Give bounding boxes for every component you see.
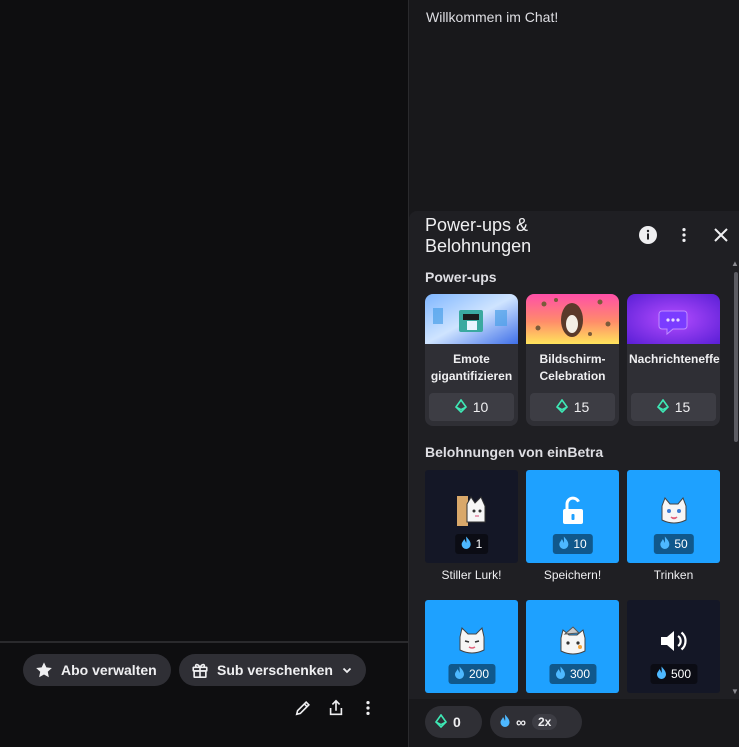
divider: [0, 641, 408, 643]
edit-icon[interactable]: [291, 696, 315, 720]
powerup-label: Bildschirm-Celebration: [539, 352, 606, 383]
cat-lurk-icon: [455, 494, 489, 528]
chevron-down-icon: [341, 664, 353, 676]
star-icon: [35, 661, 53, 679]
reward-cost: 1: [454, 534, 489, 554]
channel-points-icon: [659, 536, 669, 552]
more-options-icon[interactable]: [356, 696, 380, 720]
cat-hat-icon: [556, 624, 590, 658]
channel-points-icon: [461, 536, 471, 552]
channel-points-icon: [500, 714, 510, 730]
powerup-price: 15: [631, 393, 716, 421]
reward-cost-value: 10: [573, 537, 587, 551]
bits-icon: [454, 398, 467, 416]
reward-cost-value: 1: [475, 537, 483, 551]
reward-cost-value: 200: [468, 667, 490, 681]
channel-points-balance: ∞: [516, 714, 526, 730]
channel-points-icon: [454, 666, 464, 682]
powerup-label: Emote gigantifizieren: [430, 352, 513, 383]
powerup-cost: 10: [472, 399, 489, 415]
bits-icon: [656, 398, 669, 416]
reward-cost: 200: [447, 664, 496, 684]
powerup-card-screen-celebration[interactable]: Bildschirm-Celebration 15: [526, 294, 619, 426]
channel-points-icon: [656, 666, 666, 682]
share-icon[interactable]: [324, 696, 348, 720]
reward-tile-stiller-lurk[interactable]: 1: [425, 470, 518, 563]
powerups-rewards-popup: Power-ups & Belohnungen Power-ups Emote …: [409, 211, 739, 699]
more-options-icon[interactable]: [673, 224, 695, 246]
info-icon[interactable]: [637, 224, 659, 246]
powerup-card-message-effects[interactable]: Nachrichteneffekte 15: [627, 294, 720, 426]
popup-title: Power-ups & Belohnungen: [425, 215, 532, 256]
reward-cost: 50: [653, 534, 694, 554]
screen-celebration-art: [526, 294, 619, 344]
powerups-heading: Power-ups: [425, 269, 497, 285]
bits-balance-button[interactable]: 0: [425, 706, 482, 738]
rewards-heading: Belohnungen von einBetra: [425, 444, 604, 460]
speaker-icon: [657, 624, 691, 658]
unlock-icon: [556, 494, 590, 528]
reward-tile-200[interactable]: 200: [425, 600, 518, 693]
reward-cost-value: 500: [670, 667, 692, 681]
app-root: Abo verwalten Sub verschenken Willkommen…: [0, 0, 739, 747]
reward-cost: 500: [649, 664, 698, 684]
gift-icon: [191, 661, 209, 679]
channel-points-icon: [555, 666, 565, 682]
reward-label: Trinken: [653, 568, 694, 582]
powerup-cost: 15: [573, 399, 590, 415]
gift-sub-button[interactable]: Sub verschenken: [179, 654, 366, 686]
emote-gigantify-art: [425, 294, 518, 344]
scroll-down-arrow[interactable]: ▼: [731, 688, 739, 696]
points-multiplier-badge: 2x: [531, 714, 558, 730]
powerup-card-emote-gigantify[interactable]: Emote gigantifizieren 10: [425, 294, 518, 426]
scrollbar-thumb[interactable]: [734, 272, 738, 442]
reward-tile-trinken[interactable]: 50: [627, 470, 720, 563]
chat-welcome-message: Willkommen im Chat!: [426, 9, 559, 25]
reward-tile-300[interactable]: 300: [526, 600, 619, 693]
powerup-label: Nachrichteneffekte: [629, 352, 720, 366]
reward-cost: 10: [552, 534, 593, 554]
message-effects-art: [627, 294, 720, 344]
channel-points-button[interactable]: ∞ 2x: [490, 706, 582, 738]
close-icon[interactable]: [710, 224, 732, 246]
channel-points-icon: [558, 536, 568, 552]
bits-icon: [434, 713, 448, 731]
powerup-cost: 15: [674, 399, 691, 415]
cat-face-icon: [455, 624, 489, 658]
reward-tile-speichern[interactable]: 10: [526, 470, 619, 563]
cat-drink-icon: [657, 494, 691, 528]
powerup-price: 10: [429, 393, 514, 421]
bits-icon: [555, 398, 568, 416]
video-player[interactable]: [0, 0, 408, 643]
reward-tile-500[interactable]: 500: [627, 600, 720, 693]
manage-subscription-button[interactable]: Abo verwalten: [23, 654, 171, 686]
reward-cost-value: 50: [674, 537, 688, 551]
manage-subscription-label: Abo verwalten: [61, 662, 157, 678]
bits-balance: 0: [453, 714, 461, 730]
gift-sub-label: Sub verschenken: [217, 662, 333, 678]
reward-label: Stiller Lurk!: [441, 568, 502, 582]
scroll-up-arrow[interactable]: ▲: [731, 260, 739, 268]
reward-label: Speichern!: [543, 568, 602, 582]
reward-cost: 300: [548, 664, 597, 684]
powerup-price: 15: [530, 393, 615, 421]
reward-cost-value: 300: [569, 667, 591, 681]
